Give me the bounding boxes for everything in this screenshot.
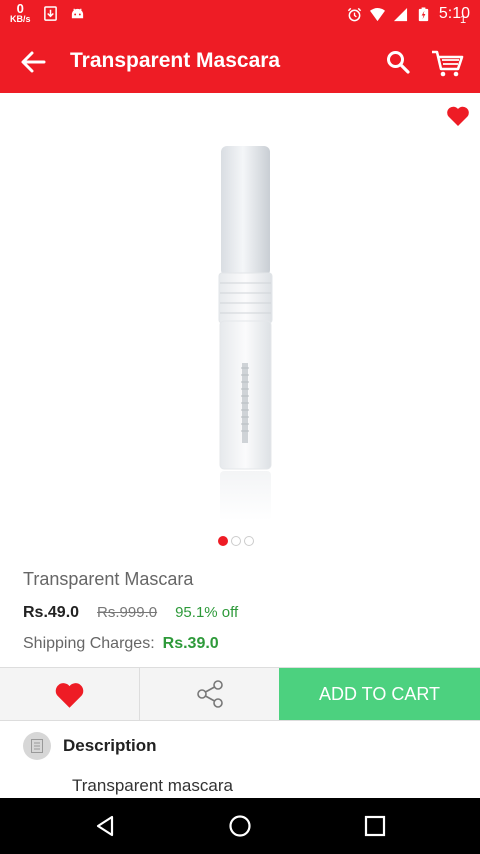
mascara-image — [218, 146, 273, 521]
status-right: 5:10 — [347, 5, 470, 23]
cart-icon[interactable] — [430, 48, 466, 78]
document-icon — [31, 739, 43, 753]
signal-icon — [393, 7, 407, 21]
android-icon — [71, 8, 83, 19]
system-nav-bar — [0, 798, 480, 854]
shipping-charges: Shipping Charges: Rs.39.0 — [23, 635, 219, 653]
alarm-icon — [347, 7, 361, 21]
carousel-dot-2[interactable] — [231, 536, 241, 546]
carousel-dot-3[interactable] — [244, 536, 254, 546]
status-left: 0 KB/s — [10, 2, 85, 24]
network-speed-unit: KB/s — [10, 14, 31, 24]
image-carousel-indicator — [218, 536, 254, 546]
description-icon — [23, 732, 51, 760]
share-icon — [197, 680, 223, 708]
current-price: Rs.49.0 — [23, 604, 80, 621]
shipping-amount: Rs.39.0 — [162, 635, 219, 652]
nav-back-icon[interactable] — [93, 814, 117, 838]
search-icon[interactable] — [385, 49, 411, 75]
wishlist-button[interactable] — [0, 668, 140, 720]
download-icon — [43, 6, 57, 21]
price-row: Rs.49.0 Rs.999.0 95.1% off — [23, 604, 238, 622]
add-to-cart-button[interactable]: ADD TO CART — [279, 668, 480, 720]
shipping-label: Shipping Charges: — [23, 635, 155, 652]
description-title[interactable]: Description — [63, 736, 157, 756]
app-bar: Transparent Mascara — [0, 30, 480, 93]
page-title: Transparent Mascara — [70, 49, 281, 72]
cart-count-badge: 1 — [460, 14, 467, 26]
description-text: Transparent mascara — [72, 776, 233, 795]
heart-icon — [55, 683, 84, 708]
favorite-heart-icon[interactable] — [446, 105, 470, 127]
nav-home-icon[interactable] — [228, 814, 252, 838]
nav-recents-icon[interactable] — [364, 815, 386, 837]
share-button[interactable] — [140, 668, 280, 720]
product-image[interactable] — [0, 93, 480, 533]
carousel-dot-1[interactable] — [218, 536, 228, 546]
status-bar: 0 KB/s 5:10 — [0, 0, 480, 30]
wifi-icon — [369, 7, 385, 21]
battery-icon — [418, 6, 429, 21]
back-arrow-icon[interactable] — [18, 47, 48, 77]
network-speed: 0 KB/s — [10, 2, 31, 24]
original-price: Rs.999.0 — [97, 604, 158, 621]
product-name: Transparent Mascara — [23, 569, 194, 589]
discount-label: 95.1% off — [175, 604, 239, 621]
action-bar: ADD TO CART — [0, 667, 480, 721]
